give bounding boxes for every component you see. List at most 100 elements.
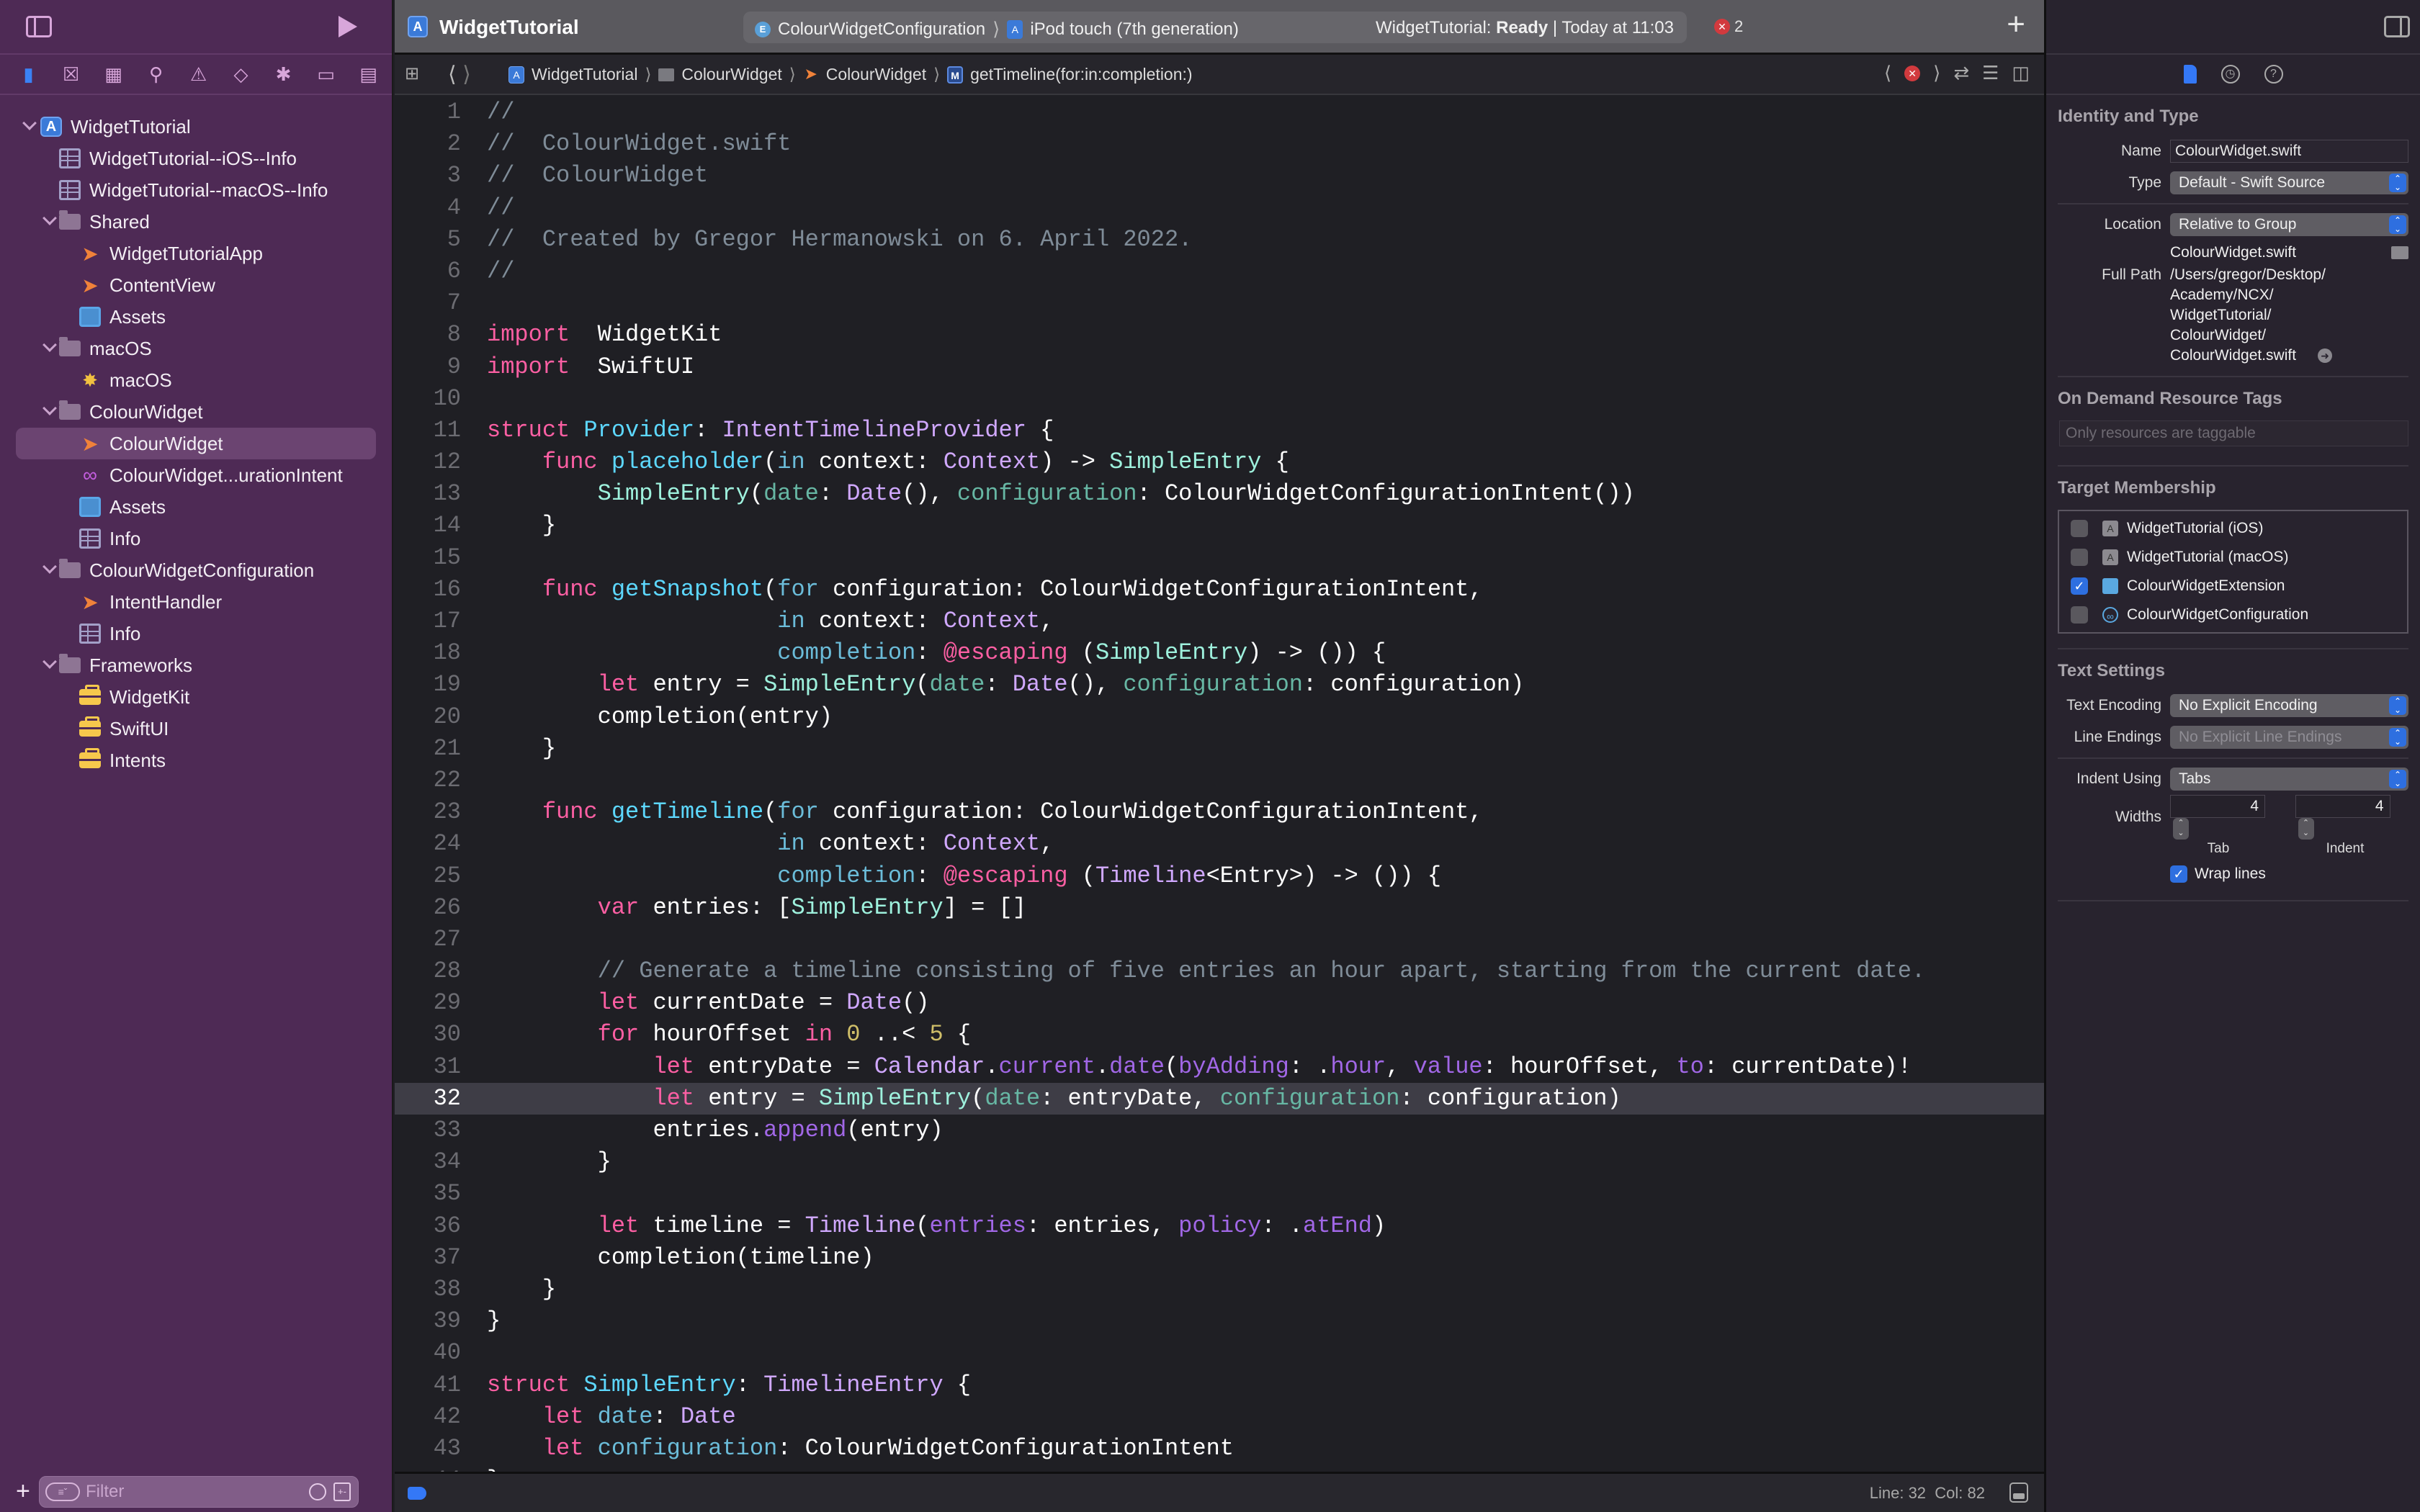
target-checkbox[interactable] <box>2071 520 2088 537</box>
tree-item[interactable]: WidgetKit <box>0 681 392 713</box>
line-number[interactable]: 19 <box>395 669 461 701</box>
sidebar-toggle-icon[interactable] <box>26 16 52 37</box>
debug-navigator-tab-spray-icon[interactable]: ✱ <box>262 54 305 94</box>
code-line[interactable]: 16 func getSnapshot(for configuration: C… <box>395 574 2044 606</box>
issue-error-icon[interactable]: ✕ <box>1904 65 1921 81</box>
report-navigator-tab-icon[interactable]: ▤ <box>347 54 390 94</box>
indent-using-popup[interactable]: Tabs ⌃ ⌄ <box>2170 768 2408 791</box>
breadcrumb-item[interactable]: getTimeline(for:in:completion:) <box>970 65 1193 84</box>
code-line[interactable]: 40 <box>395 1337 2044 1369</box>
line-number[interactable]: 3 <box>395 160 461 192</box>
target-checkbox[interactable] <box>2071 549 2088 566</box>
code-line[interactable]: 15 <box>395 542 2044 574</box>
line-number[interactable]: 10 <box>395 383 461 415</box>
code-line[interactable]: 39} <box>395 1305 2044 1337</box>
tree-item[interactable]: ∞ ColourWidget...urationIntent <box>0 459 392 491</box>
tree-item[interactable]: WidgetTutorial--macOS--Info <box>0 174 392 206</box>
previous-issue-icon[interactable]: ⟨ <box>1884 62 1891 84</box>
line-number[interactable]: 22 <box>395 765 461 796</box>
tree-item[interactable]: ➤ WidgetTutorialApp <box>0 238 392 269</box>
target-checkbox[interactable]: ✓ <box>2071 577 2088 595</box>
code-line[interactable]: 7 <box>395 287 2044 319</box>
line-number[interactable]: 8 <box>395 319 461 351</box>
disclosure-chevron-icon[interactable] <box>42 654 57 669</box>
line-number[interactable]: 14 <box>395 510 461 541</box>
code-line[interactable]: 14 } <box>395 510 2044 541</box>
issue-navigator-tab-warning-icon[interactable]: ⚠ <box>177 54 220 94</box>
line-number[interactable]: 33 <box>395 1115 461 1146</box>
tree-item[interactable]: A WidgetTutorial <box>0 111 392 143</box>
wrap-lines-checkbox[interactable]: ✓ <box>2170 865 2187 883</box>
code-line[interactable]: 19 let entry = SimpleEntry(date: Date(),… <box>395 669 2044 701</box>
code-line[interactable]: 5 // Created by Gregor Hermanowski on 6. … <box>395 224 2044 256</box>
line-number[interactable]: 2 <box>395 128 461 160</box>
tree-item[interactable]: Info <box>0 523 392 554</box>
line-number[interactable]: 7 <box>395 287 461 319</box>
line-number[interactable]: 35 <box>395 1178 461 1210</box>
line-number[interactable]: 31 <box>395 1051 461 1083</box>
code-line[interactable]: 10 <box>395 383 2044 415</box>
line-number[interactable]: 1 <box>395 96 461 128</box>
tree-item[interactable]: ColourWidget <box>0 396 392 428</box>
line-number[interactable]: 37 <box>395 1242 461 1274</box>
tab-width-stepper[interactable]: ⌃ ⌄ <box>2173 818 2189 840</box>
line-number[interactable]: 30 <box>395 1019 461 1050</box>
tree-item[interactable]: ColourWidgetConfiguration <box>0 554 392 586</box>
line-number[interactable]: 11 <box>395 415 461 446</box>
scheme-name[interactable]: ColourWidgetConfiguration <box>778 19 985 40</box>
file-name-field[interactable]: ColourWidget.swift <box>2170 140 2408 163</box>
line-number[interactable]: 36 <box>395 1210 461 1242</box>
line-number[interactable]: 40 <box>395 1337 461 1369</box>
inspector-toggle-icon[interactable] <box>2384 16 2410 37</box>
code-line[interactable]: 17 in context: Context, <box>395 606 2044 637</box>
line-number[interactable]: 34 <box>395 1146 461 1178</box>
tree-item[interactable]: SwiftUI <box>0 713 392 744</box>
line-number[interactable]: 25 <box>395 860 461 892</box>
split-editor-icon[interactable]: ◫ <box>2012 62 2030 84</box>
breadcrumb-item[interactable]: ColourWidget <box>826 65 926 84</box>
code-line[interactable]: 41 struct SimpleEntry: TimelineEntry { <box>395 1369 2044 1401</box>
code-line[interactable]: 13 SimpleEntry(date: Date(), configurati… <box>395 478 2044 510</box>
code-line[interactable]: 25 completion: @escaping (Timeline<Entry… <box>395 860 2044 892</box>
tree-item[interactable]: Frameworks <box>0 649 392 681</box>
line-number[interactable]: 39 <box>395 1305 461 1337</box>
line-number[interactable]: 42 <box>395 1401 461 1433</box>
line-number[interactable]: 41 <box>395 1369 461 1401</box>
line-number[interactable]: 4 <box>395 192 461 224</box>
text-encoding-popup[interactable]: No Explicit Encoding ⌃ ⌄ <box>2170 694 2408 717</box>
line-number[interactable]: 38 <box>395 1274 461 1305</box>
file-type-popup[interactable]: Default - Swift Source ⌃ ⌄ <box>2170 171 2408 194</box>
indent-width-field[interactable]: 4 <box>2295 795 2390 818</box>
target-checkbox[interactable] <box>2071 606 2088 624</box>
code-line[interactable]: 28 // Generate a timeline consisting of … <box>395 955 2044 987</box>
project-navigator-tab-folder-icon[interactable]: ▮ <box>7 54 50 94</box>
line-number[interactable]: 15 <box>395 542 461 574</box>
code-line[interactable]: 12 func placeholder(in context: Context)… <box>395 446 2044 478</box>
line-number[interactable]: 17 <box>395 606 461 637</box>
symbol-navigator-tab-icon[interactable]: ▦ <box>92 54 135 94</box>
code-line[interactable]: 11 struct Provider: IntentTimelineProvide… <box>395 415 2044 446</box>
next-issue-icon[interactable]: ⟩ <box>1933 62 1940 84</box>
line-number[interactable]: 23 <box>395 796 461 828</box>
reveal-in-finder-arrow-icon[interactable]: ➜ <box>2318 348 2333 364</box>
tree-item[interactable]: Shared <box>0 206 392 238</box>
line-number[interactable]: 28 <box>395 955 461 987</box>
forward-arrow-icon[interactable]: ⟩ <box>462 63 471 86</box>
code-line[interactable]: 21 } <box>395 733 2044 765</box>
location-popup[interactable]: Relative to Group ⌃ ⌄ <box>2170 213 2408 236</box>
tree-item[interactable]: ✸ macOS <box>0 364 392 396</box>
code-line[interactable]: 1 // <box>395 96 2044 128</box>
line-number[interactable]: 44 <box>395 1464 461 1472</box>
line-number[interactable]: 20 <box>395 701 461 733</box>
add-file-button[interactable]: + <box>16 1479 30 1503</box>
code-line[interactable]: 44} <box>395 1464 2044 1472</box>
editor-options-lines-icon[interactable]: ☰ <box>1982 62 1999 84</box>
navigator-filter-input[interactable] <box>86 1480 302 1504</box>
code-line[interactable]: 32 let entry = SimpleEntry(date: entryDa… <box>395 1082 2044 1115</box>
filter-options-icon[interactable]: ≡ˇ <box>45 1482 80 1501</box>
disclosure-chevron-icon[interactable] <box>42 338 57 352</box>
code-line[interactable]: 34 } <box>395 1146 2044 1178</box>
choose-location-folder-icon[interactable] <box>2391 246 2408 259</box>
code-line[interactable]: 30 for hourOffset in 0 ..< 5 { <box>395 1019 2044 1050</box>
file-inspector-tab-icon[interactable] <box>2183 65 2197 84</box>
